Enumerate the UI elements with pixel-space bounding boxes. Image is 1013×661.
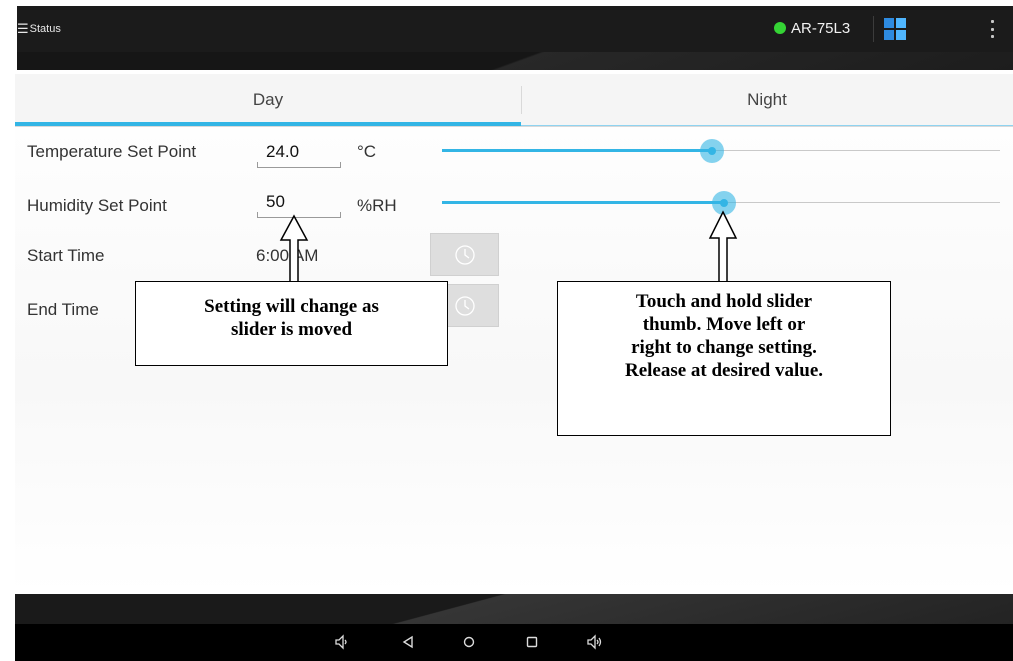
home-glyph [463, 636, 475, 648]
field-edge [257, 162, 258, 168]
volume-down-icon[interactable] [331, 631, 353, 653]
humidity-unit: %RH [357, 196, 397, 215]
clock-icon [454, 295, 475, 316]
tab-night-label: Night [747, 90, 787, 109]
strip-shade [15, 594, 1013, 624]
temperature-slider-thumb[interactable] [700, 139, 724, 163]
selected-tab-indicator [15, 122, 521, 126]
tab-day-label: Day [252, 90, 284, 109]
grid-tile [896, 30, 906, 40]
temperature-field[interactable]: 24.0 [257, 140, 341, 168]
status-menu-button[interactable]: ☰ Status [17, 18, 61, 40]
back-icon[interactable] [397, 631, 419, 653]
callout-arrow-left [279, 214, 309, 283]
callout-line: right to change setting. [631, 337, 817, 358]
action-bar: ☰ Status AR-75L3 [17, 6, 1013, 52]
action-bar-divider [873, 16, 874, 42]
connection-status-icon [774, 22, 786, 34]
temperature-label: Temperature Set Point [27, 142, 197, 161]
end-time-label: End Time [27, 300, 99, 319]
callout-line: slider is moved [230, 319, 353, 340]
tab-day[interactable]: Day [15, 74, 521, 126]
system-navigation-bar [15, 624, 1013, 661]
callout-line: thumb. Move left or [642, 314, 806, 335]
start-time-label: Start Time [27, 246, 105, 265]
callout-arrow-right [708, 210, 738, 283]
humidity-value: 50 [266, 192, 285, 211]
home-icon[interactable] [458, 631, 480, 653]
back-glyph [402, 635, 413, 649]
tab-night[interactable]: Night [521, 74, 1013, 126]
thumb-core [720, 199, 728, 207]
recents-glyph [526, 636, 538, 648]
clock-icon [454, 244, 475, 265]
device-indicator[interactable]: AR-75L3 [774, 15, 850, 41]
slider-fill [442, 201, 724, 204]
field-edge [257, 212, 258, 218]
overflow-dot [990, 20, 994, 23]
action-bar-shadow-strip [17, 52, 1013, 70]
slider-fill [442, 149, 712, 152]
status-menu-label: Status [29, 23, 61, 35]
temperature-value: 24.0 [266, 142, 300, 161]
overflow-dot [990, 27, 994, 31]
field-edge [340, 162, 341, 168]
humidity-label: Humidity Set Point [27, 196, 167, 215]
callout-line: Release at desired value. [624, 360, 824, 381]
field-underline [257, 167, 341, 168]
hamburger-menu-icon: ☰ [17, 21, 29, 36]
volume-down-glyph [335, 634, 347, 650]
callout-slider-setting: Setting will change as slider is moved [135, 281, 448, 366]
overflow-menu-icon[interactable] [989, 20, 995, 38]
strip-shade [17, 52, 1013, 70]
callout-line: Touch and hold slider [635, 291, 813, 312]
device-name: AR-75L3 [791, 19, 851, 37]
tab-bar: Day Night [15, 74, 1013, 127]
grid-view-icon[interactable] [884, 18, 906, 40]
volume-up-glyph [587, 634, 602, 650]
callout-line: Setting will change as [204, 296, 379, 317]
overflow-dot [990, 35, 994, 38]
callout-slider-instructions: Touch and hold slider thumb. Move left o… [557, 281, 891, 436]
thumb-core [708, 147, 716, 155]
bottom-shadow-strip [15, 594, 1013, 624]
start-time-picker-button[interactable] [430, 233, 499, 276]
volume-up-icon[interactable] [584, 631, 606, 653]
field-edge [340, 212, 341, 218]
grid-tile [884, 30, 894, 40]
temperature-slider[interactable] [442, 136, 1000, 166]
recents-icon[interactable] [521, 631, 543, 653]
grid-tile [884, 18, 894, 28]
temperature-unit: °C [357, 142, 377, 161]
tab-underline [521, 125, 1013, 126]
grid-tile [896, 18, 906, 28]
